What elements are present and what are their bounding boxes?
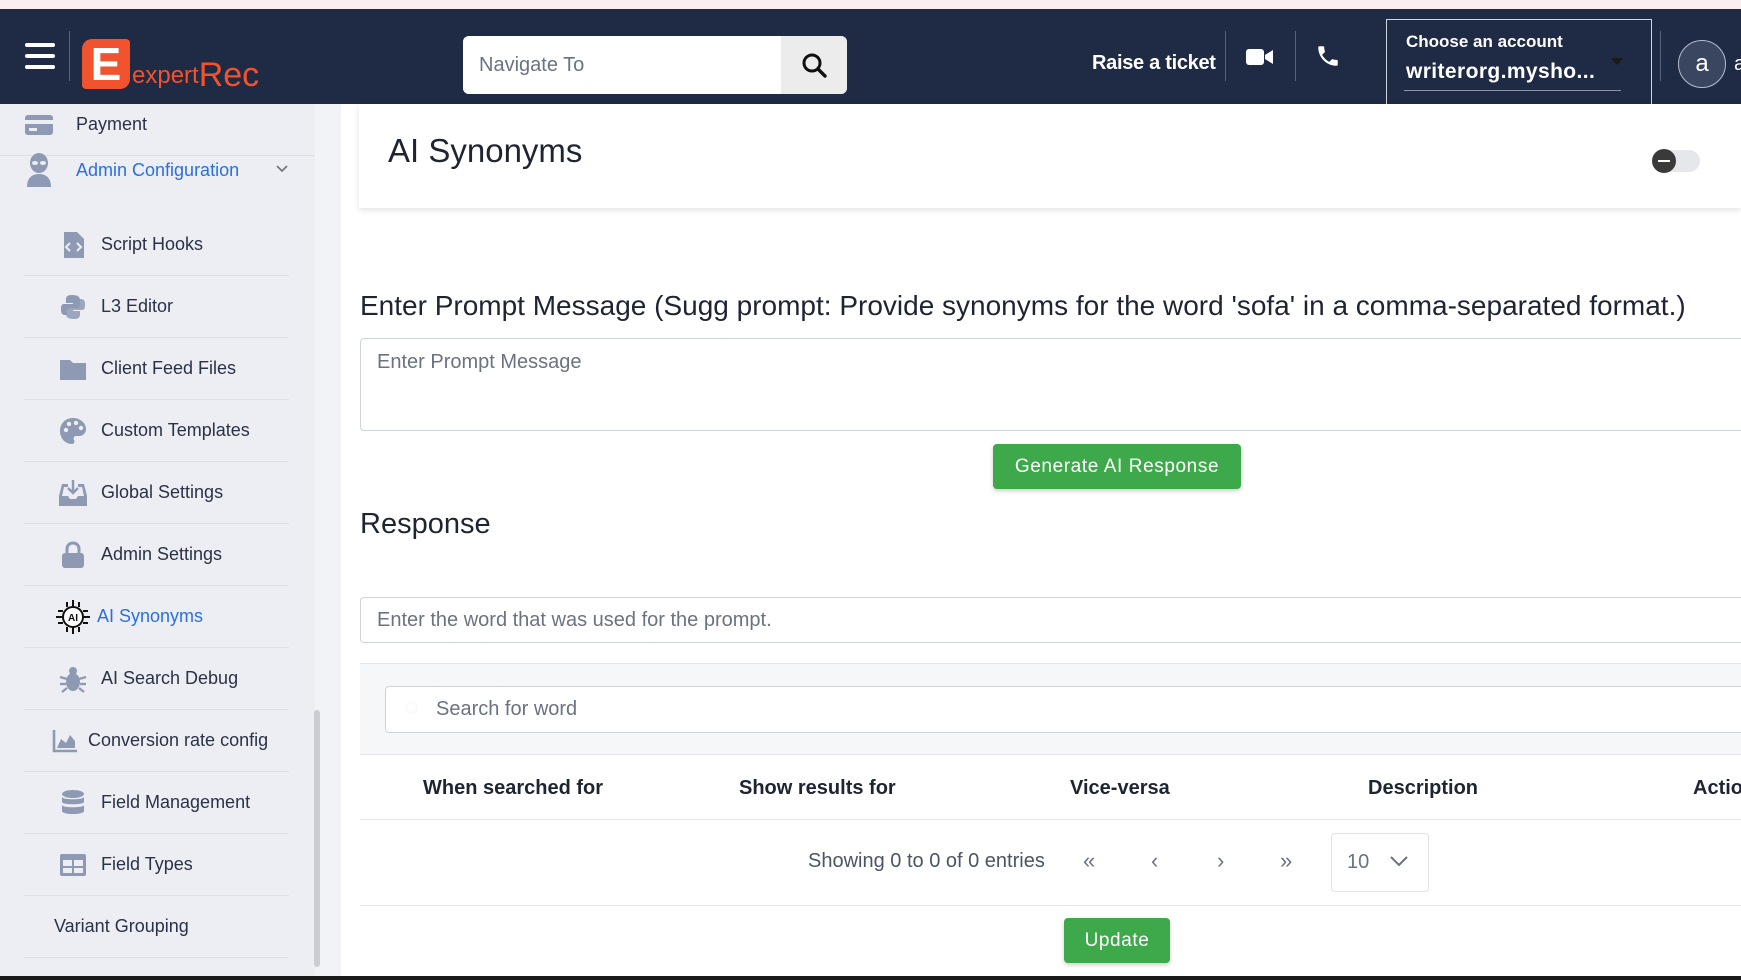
sidebar-item-custom-templates[interactable]: Custom Templates [24,400,289,462]
search-icon [802,53,827,78]
synonyms-table-panel: When searched for Show results for Vice-… [360,663,1741,906]
palette-icon [58,416,88,446]
logo-mark: E [82,39,130,89]
user-avatar[interactable]: a [1678,40,1726,88]
sidebar-scrollbar[interactable] [314,710,320,967]
table-header: When searched for Show results for Vice-… [360,754,1741,820]
sidebar-item-script-hooks[interactable]: Script Hooks [24,214,289,276]
column-header-vice-versa[interactable]: Vice-versa [1070,777,1170,800]
logo-text-expert: expert [132,62,199,89]
entries-info: Showing 0 to 0 of 0 entries [808,850,1045,872]
sidebar-item-label: AI Synonyms [97,606,204,626]
sidebar-item-label: Variant Grouping [54,916,189,936]
account-selector[interactable]: Choose an account writerorg.mysho... [1386,19,1652,108]
column-header-when-searched-for[interactable]: When searched for [423,777,603,800]
toggle-knob-icon [1652,149,1676,173]
table-pagination: Showing 0 to 0 of 0 entries « ‹ › » 10 [360,820,1741,906]
sidebar-item-label: L3 Editor [101,296,174,316]
page-title-card: AI Synonyms [359,104,1741,208]
prompt-word-input[interactable] [360,597,1741,643]
sidebar-item-ai-synonyms[interactable]: AI AI Synonyms [24,586,289,648]
header-divider [1295,31,1296,81]
code-file-icon [58,230,88,260]
sidebar-item-label: Conversion rate config [88,730,269,750]
navigate-search-button[interactable] [781,36,847,94]
database-icon [58,788,88,818]
sidebar-item-client-feed-files[interactable]: Client Feed Files [24,338,289,400]
sidebar-item-label: Admin Configuration [76,159,240,180]
video-camera-icon [1246,49,1273,65]
navigate-input[interactable] [463,36,781,94]
sidebar-item-field-management[interactable]: Field Management [24,772,289,834]
sidebar-item-admin-settings[interactable]: Admin Settings [24,524,289,586]
prompt-label: Enter Prompt Message (Sugg prompt: Provi… [360,290,1686,321]
ai-synonyms-toggle[interactable] [1652,149,1700,173]
sidebar-item-field-types[interactable]: Field Types [24,834,289,896]
sidebar-item-admin-configuration[interactable]: Admin Configuration [0,135,315,205]
sidebar-item-variant-grouping[interactable]: Variant Grouping [24,896,289,958]
svg-text:AI: AI [68,613,78,624]
prompt-message-input[interactable] [360,338,1741,431]
navigate-search [463,36,847,94]
page-size-value: 10 [1347,851,1370,873]
account-selector-value: writerorg.mysho... [1406,60,1596,83]
search-icon [405,701,418,714]
table-icon [58,850,88,880]
account-selector-label: Choose an account [1406,32,1563,51]
sidebar-item-label: Global Settings [101,482,224,502]
sidebar-item-conversion-rate-config[interactable]: Conversion rate config [24,710,289,772]
sidebar-item-global-settings[interactable]: Global Settings [24,462,289,524]
area-chart-icon [50,726,80,756]
top-header: E expert Rec Raise a ticket Choose an ac… [0,9,1741,108]
ai-chip-icon: AI [54,599,92,634]
phone-icon [1318,46,1338,66]
chevron-down-icon [276,165,288,173]
sidebar-item-l3-editor[interactable]: L3 Editor [24,276,289,338]
user-name-truncated: a [1734,53,1741,75]
raise-ticket-link[interactable]: Raise a ticket [1092,52,1216,75]
first-page-button[interactable]: « [1083,848,1095,874]
response-heading: Response [360,508,491,540]
alien-user-icon [24,153,54,187]
python-icon [58,292,88,322]
sidebar-item-label: Payment [76,114,148,134]
top-strip [0,0,1741,9]
phone-call-button[interactable] [1315,43,1341,74]
sidebar-item-label: Field Types [101,854,193,874]
sidebar-item-label: Script Hooks [101,234,204,254]
column-header-show-results-for[interactable]: Show results for [739,777,896,800]
last-page-button[interactable]: » [1280,848,1292,874]
hamburger-menu-icon[interactable] [25,43,55,69]
search-word-input[interactable] [385,686,1741,733]
prev-page-button[interactable]: ‹ [1151,848,1158,874]
window-bottom-edge [0,976,1741,980]
chevron-down-icon [1390,856,1408,867]
next-page-button[interactable]: › [1217,848,1224,874]
sidebar-item-label: Admin Settings [101,544,223,564]
sidebar-item-label: Custom Templates [101,420,250,440]
account-underline [1404,90,1621,91]
update-button[interactable]: Update [1064,918,1170,963]
expertrec-logo[interactable]: E expert Rec [82,29,259,93]
lock-icon [58,540,88,570]
sidebar: Payment Admin Configuration Script Hooks… [0,104,315,980]
header-divider [1225,31,1226,81]
header-divider [69,31,70,81]
page-title: AI Synonyms [388,132,583,169]
video-call-button[interactable] [1246,47,1274,72]
sidebar-item-label: Client Feed Files [101,358,237,378]
sidebar-item-ai-search-debug[interactable]: AI Search Debug [24,648,289,710]
page-size-select[interactable]: 10 [1331,833,1429,892]
bug-icon [58,664,88,694]
chevron-down-icon [1611,58,1623,65]
inbox-icon [58,478,88,508]
header-divider [1660,31,1661,81]
column-header-description[interactable]: Description [1368,777,1478,800]
folder-icon [58,354,88,384]
logo-text-rec: Rec [198,56,260,94]
generate-ai-response-button[interactable]: Generate AI Response [993,444,1241,489]
column-header-actions[interactable]: Actio [1693,777,1741,800]
sidebar-item-label: AI Search Debug [101,668,239,688]
sidebar-item-label: Field Management [101,792,251,812]
